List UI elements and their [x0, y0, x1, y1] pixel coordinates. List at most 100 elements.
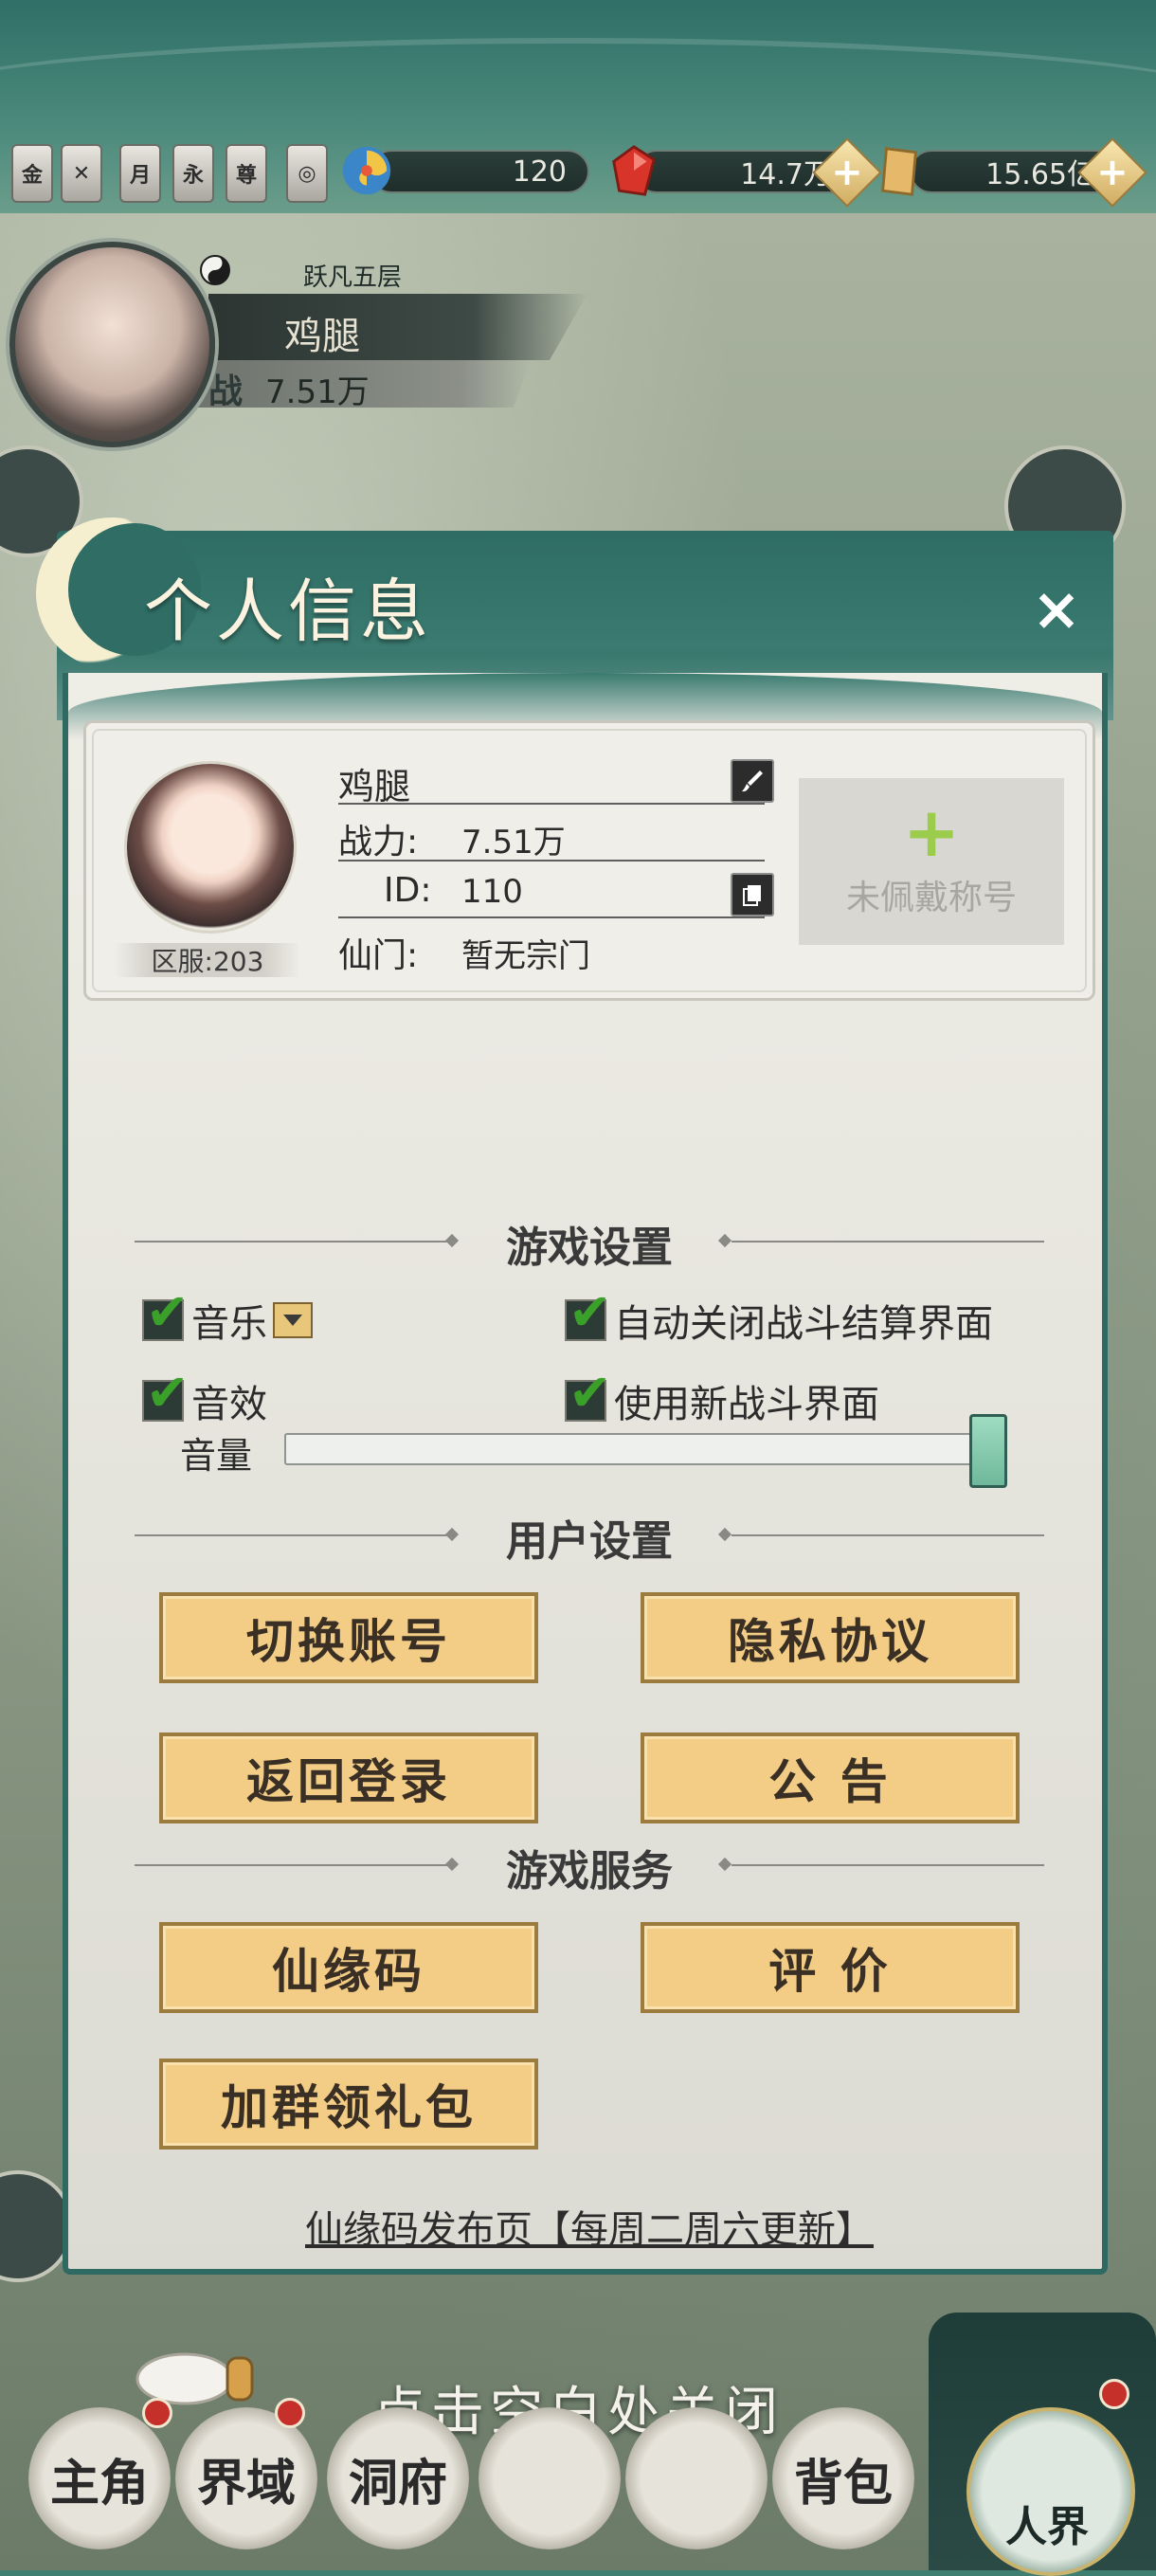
- check-icon: ✔: [569, 1363, 612, 1423]
- nav-label: 主角: [49, 2454, 149, 2513]
- id-field: ID: 110: [338, 863, 765, 918]
- user-settings-title: 用户设置: [506, 1517, 673, 1566]
- music-label: 音乐: [191, 1302, 267, 1346]
- new-battle-ui-label: 使用新战斗界面: [614, 1383, 879, 1426]
- red-jade-icon: [612, 145, 656, 196]
- player-power-plate: 战 7.51万: [190, 360, 531, 408]
- plus-icon: +: [831, 151, 863, 194]
- copy-icon: [743, 885, 761, 906]
- resource-bar: 金 ✕ 月 永 尊 ◎ 120 14.7万 + 15.65亿 +: [0, 137, 1156, 208]
- badge-circle-icon[interactable]: ◎: [286, 144, 328, 203]
- dialog-body: 区服:203 鸡腿 战力: 7.51万 ID: 110 仙门: 暂无宗门 + 未…: [63, 673, 1108, 2275]
- xianyuan-code-button[interactable]: 仙缘码: [159, 1922, 538, 2013]
- nav-label: 洞府: [348, 2454, 447, 2513]
- power-value: 7.51万: [461, 824, 566, 862]
- volume-slider[interactable]: [284, 1433, 989, 1465]
- id-label: ID:: [384, 871, 432, 910]
- user-settings-heading: 用户设置: [135, 1507, 1044, 1566]
- badge-honor-icon[interactable]: 尊: [226, 144, 267, 203]
- profile-avatar[interactable]: [124, 761, 297, 934]
- game-settings-heading: 游戏设置: [135, 1213, 1044, 1272]
- profile-dialog: 区服:203 鸡腿 战力: 7.51万 ID: 110 仙门: 暂无宗门 + 未…: [36, 517, 1113, 2284]
- world-label: 人界: [1005, 2503, 1089, 2551]
- world-button[interactable]: 人界: [929, 2313, 1156, 2576]
- nav-bag[interactable]: 背包: [772, 2407, 914, 2549]
- edit-name-button[interactable]: [731, 759, 774, 803]
- power-field: 战力: 7.51万: [338, 807, 765, 862]
- music-dropdown-button[interactable]: [273, 1302, 313, 1338]
- player-realm: 跃凡五层: [303, 263, 403, 292]
- brush-icon: [742, 771, 763, 792]
- nav-cave[interactable]: 洞府: [327, 2407, 469, 2549]
- sect-field: 仙门: 暂无宗门: [338, 920, 765, 975]
- id-value: 110: [461, 873, 523, 911]
- player-power: 7.51万: [265, 373, 370, 411]
- gold-ingot-icon: [881, 147, 917, 196]
- badge-cross-icon[interactable]: ✕: [61, 144, 102, 203]
- badge-gold-icon[interactable]: 金: [11, 144, 53, 203]
- check-icon: ✔: [146, 1363, 190, 1423]
- title-slot[interactable]: + 未佩戴称号: [799, 778, 1064, 945]
- notification-dot: [142, 2398, 172, 2428]
- nav-protagonist[interactable]: 主角: [28, 2407, 171, 2549]
- checkbox-box: ✔: [142, 1282, 189, 1342]
- nav-label: 背包: [793, 2454, 893, 2513]
- player-name-plate: 鸡腿: [208, 294, 587, 360]
- server-tag: 区服:203: [115, 943, 300, 977]
- divider: [732, 1241, 1044, 1243]
- volume-slider-handle[interactable]: [969, 1414, 1007, 1488]
- profile-name: 鸡腿: [338, 766, 411, 807]
- name-field: 鸡腿: [338, 750, 765, 807]
- plus-icon: +: [1096, 151, 1129, 194]
- xianyuan-code-page-link[interactable]: 仙缘码发布页【每周二周六更新】: [267, 2199, 912, 2254]
- badge-month-icon[interactable]: 月: [119, 144, 161, 203]
- auto-close-label: 自动关闭战斗结算界面: [614, 1302, 993, 1346]
- power-label: 战力:: [338, 823, 419, 862]
- back-to-login-button[interactable]: 返回登录: [159, 1732, 538, 1823]
- add-gold-button[interactable]: +: [1077, 137, 1147, 208]
- music-checkbox[interactable]: ✔ 音乐: [142, 1282, 313, 1347]
- divider: [732, 1534, 1044, 1536]
- auto-close-checkbox[interactable]: ✔ 自动关闭战斗结算界面: [565, 1282, 993, 1347]
- nav-item-5[interactable]: [625, 2407, 768, 2549]
- check-icon: ✔: [569, 1282, 612, 1342]
- game-services-heading: 游戏服务: [135, 1837, 1044, 1896]
- copy-id-button[interactable]: [731, 873, 774, 916]
- dialog-title: 个人信息: [144, 571, 433, 651]
- notification-dot: [1099, 2379, 1129, 2409]
- checkbox-box: ✔: [142, 1363, 189, 1423]
- spirit-value: 120: [512, 154, 567, 189]
- checkbox-box: ✔: [565, 1282, 611, 1342]
- join-group-gift-button[interactable]: 加群领礼包: [159, 2059, 538, 2150]
- notice-button[interactable]: 公 告: [641, 1732, 1020, 1823]
- divider: [732, 1864, 1044, 1866]
- nav-realm[interactable]: 界域: [175, 2407, 317, 2549]
- yin-yang-icon: [200, 255, 230, 285]
- sound-label: 音效: [191, 1383, 267, 1426]
- badge-forever-icon[interactable]: 永: [172, 144, 214, 203]
- spirit-swirl-icon: [342, 146, 391, 195]
- rate-button[interactable]: 评 价: [641, 1922, 1020, 2013]
- profile-card: 区服:203 鸡腿 战力: 7.51万 ID: 110 仙门: 暂无宗门 + 未…: [83, 720, 1095, 1001]
- power-icon: 战: [208, 372, 244, 411]
- plus-icon: +: [902, 792, 961, 872]
- nav-label: 界域: [196, 2454, 296, 2513]
- sect-label: 仙门:: [338, 936, 419, 975]
- close-icon[interactable]: ×: [1028, 574, 1085, 644]
- privacy-policy-button[interactable]: 隐私协议: [641, 1592, 1020, 1683]
- new-battle-ui-checkbox[interactable]: ✔ 使用新战斗界面: [565, 1363, 879, 1427]
- volume-label: 音量: [180, 1435, 253, 1477]
- game-settings-title: 游戏设置: [506, 1224, 673, 1272]
- title-slot-text: 未佩戴称号: [845, 879, 1017, 917]
- check-icon: ✔: [146, 1282, 190, 1342]
- sound-checkbox[interactable]: ✔ 音效: [142, 1363, 267, 1427]
- spirit-resource: 120: [370, 150, 589, 193]
- player-avatar[interactable]: [9, 242, 215, 447]
- notification-dot: [275, 2398, 305, 2428]
- checkbox-box: ✔: [565, 1363, 611, 1423]
- game-services-title: 游戏服务: [506, 1847, 673, 1896]
- player-name: 鸡腿: [284, 315, 360, 358]
- switch-account-button[interactable]: 切换账号: [159, 1592, 538, 1683]
- sect-value: 暂无宗门: [461, 937, 590, 975]
- nav-item-4[interactable]: [479, 2407, 621, 2549]
